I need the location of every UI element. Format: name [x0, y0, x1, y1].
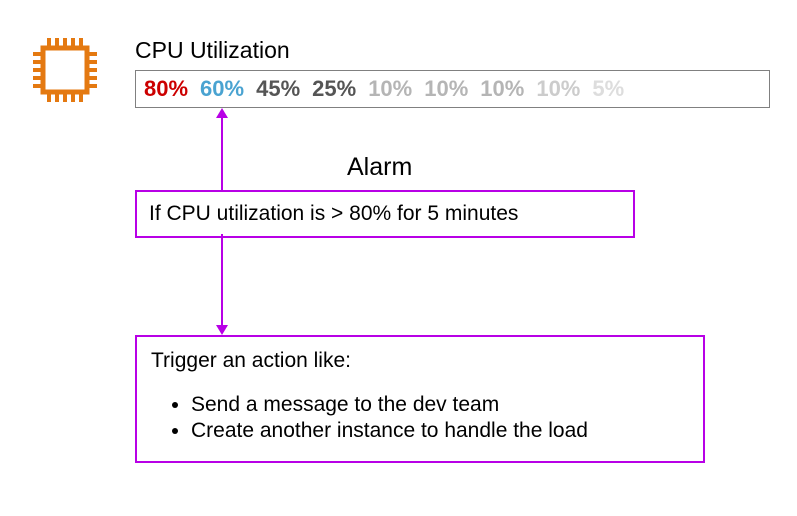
alarm-condition-box: If CPU utilization is > 80% for 5 minute…	[135, 190, 635, 238]
utilization-value: 10%	[424, 76, 468, 102]
arrow-up-icon	[216, 108, 228, 190]
utilization-value: 10%	[536, 76, 580, 102]
utilization-value: 60%	[200, 76, 244, 102]
title: CPU Utilization	[135, 37, 290, 64]
arrow-down-icon	[216, 234, 228, 335]
utilization-value: 25%	[312, 76, 356, 102]
utilization-value: 45%	[256, 76, 300, 102]
alarm-label: Alarm	[347, 153, 412, 182]
action-item: Send a message to the dev team	[191, 393, 689, 417]
cpu-chip-icon	[25, 30, 105, 110]
utilization-value: 5%	[592, 76, 624, 102]
utilization-value: 10%	[480, 76, 524, 102]
action-box: Trigger an action like: Send a message t…	[135, 335, 705, 463]
action-intro: Trigger an action like:	[151, 349, 689, 373]
alarm-condition-text: If CPU utilization is > 80% for 5 minute…	[149, 202, 518, 225]
action-item: Create another instance to handle the lo…	[191, 419, 689, 443]
utilization-box: 80% 60% 45% 25% 10% 10% 10% 10% 5%	[135, 70, 770, 108]
utilization-value: 10%	[368, 76, 412, 102]
utilization-value: 80%	[144, 76, 188, 102]
